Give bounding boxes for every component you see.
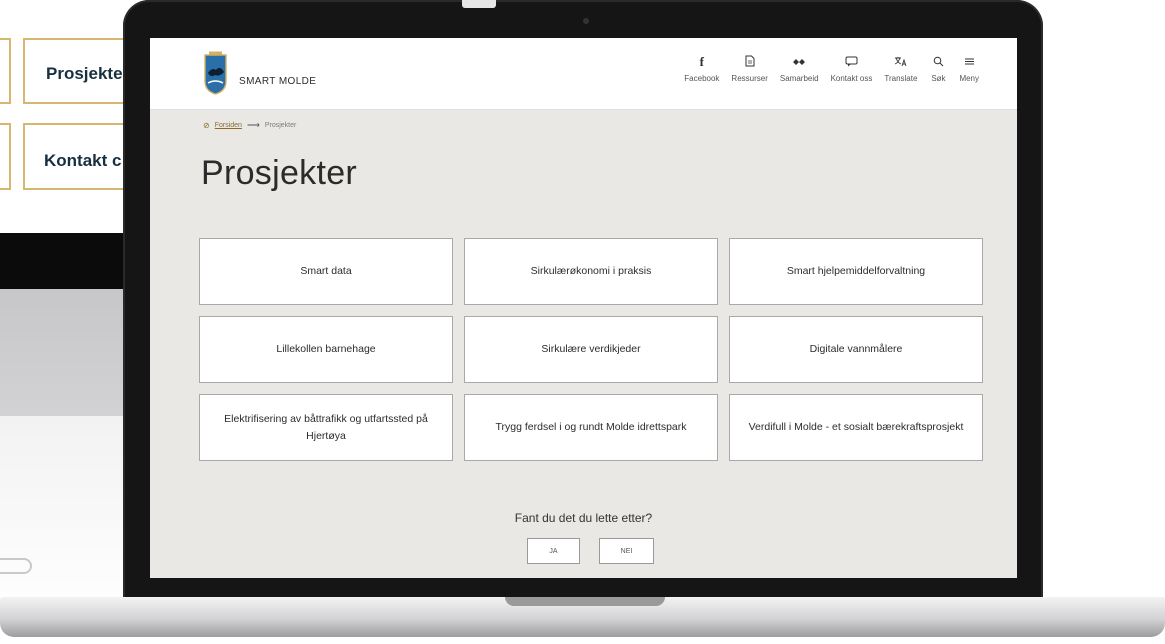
bg-card-prosjekter-label: Prosjekte <box>46 64 123 83</box>
header-nav: f Facebook Ressurser Samarbeid Kontakt o… <box>684 53 979 84</box>
bg-card-left-top <box>0 38 11 104</box>
nav-item-sok[interactable]: Søk <box>929 54 947 83</box>
feedback-no-button[interactable]: NEI <box>599 538 654 564</box>
menu-icon <box>960 54 978 68</box>
project-grid: Smart data Sirkulærøkonomi i praksis Sma… <box>199 238 983 461</box>
bg-card-kontakt-label: Kontakt c <box>44 151 122 170</box>
product-mockup: Prosjekte Kontakt c SMART MOLDE f Facebo… <box>0 0 1165 644</box>
breadcrumb-current: Prosjekter <box>264 122 297 129</box>
nav-label-meny: Meny <box>959 74 979 83</box>
project-card-label: Sirkulære verdikjeder <box>541 343 641 356</box>
feedback-yes-button[interactable]: JA <box>527 538 580 564</box>
project-card-vannmalere[interactable]: Digitale vannmålere <box>729 316 983 383</box>
nav-item-meny[interactable]: Meny <box>959 54 979 83</box>
breadcrumb: ⊘ Forsiden ⟶ Prosjekter <box>203 120 296 131</box>
project-card-smart-data[interactable]: Smart data <box>199 238 453 305</box>
project-card-hjelpemiddelforvaltning[interactable]: Smart hjelpemiddelforvaltning <box>729 238 983 305</box>
nav-label-ressurser: Ressurser <box>731 74 768 83</box>
arrow-right-icon: ⟶ <box>246 120 260 130</box>
project-card-verdifull-i-molde[interactable]: Verdifull i Molde - et sosialt bærekraft… <box>729 394 983 461</box>
nav-item-kontakt-oss[interactable]: Kontakt oss <box>830 54 873 83</box>
search-icon <box>929 54 947 68</box>
project-card-label: Verdifull i Molde - et sosialt bærekraft… <box>748 421 964 434</box>
project-card-label: Sirkulærøkonomi i praksis <box>530 265 652 278</box>
project-card-elektrifisering[interactable]: Elektrifisering av båttrafikk og utfarts… <box>199 394 453 461</box>
project-card-label: Lillekollen barnehage <box>276 343 376 356</box>
laptop-screen: SMART MOLDE f Facebook Ressurser Samarbe… <box>150 38 1017 578</box>
project-card-label: Digitale vannmålere <box>809 343 903 356</box>
project-card-lillekollen[interactable]: Lillekollen barnehage <box>199 316 453 383</box>
facebook-icon: f <box>699 53 705 69</box>
project-card-verdikjeder[interactable]: Sirkulære verdikjeder <box>464 316 718 383</box>
nav-label-sok: Søk <box>931 74 946 83</box>
project-card-trygg-ferdsel[interactable]: Trygg ferdsel i og rundt Molde idrettspa… <box>464 394 718 461</box>
collaboration-icon <box>790 54 808 68</box>
translate-icon <box>892 54 910 68</box>
page-title: Prosjekter <box>201 154 358 192</box>
bg-clip-shape <box>0 558 32 574</box>
project-card-label: Smart hjelpemiddelforvaltning <box>786 265 926 278</box>
nav-item-ressurser[interactable]: Ressurser <box>731 54 768 83</box>
bg-card-left-bottom <box>0 123 11 190</box>
nav-label-kontakt-oss: Kontakt oss <box>830 74 873 83</box>
document-icon <box>741 54 759 68</box>
laptop-top-tab <box>462 0 496 8</box>
nav-label-samarbeid: Samarbeid <box>779 74 819 83</box>
nav-item-facebook[interactable]: f Facebook <box>684 53 720 84</box>
molde-coat-of-arms-logo[interactable] <box>203 51 228 95</box>
site-header: SMART MOLDE f Facebook Ressurser Samarbe… <box>150 38 1017 110</box>
project-card-label: Elektrifisering av båttrafikk og utfarts… <box>224 413 428 442</box>
nav-label-translate: Translate <box>884 74 918 83</box>
home-icon: ⊘ <box>203 121 210 130</box>
project-card-sirkularokonomi[interactable]: Sirkulærøkonomi i praksis <box>464 238 718 305</box>
chat-icon <box>842 54 860 68</box>
camera-dot <box>583 18 589 24</box>
nav-item-translate[interactable]: Translate <box>884 54 917 83</box>
nav-label-facebook: Facebook <box>684 74 720 83</box>
breadcrumb-home-link[interactable]: Forsiden <box>215 122 242 129</box>
feedback-question: Fant du det du lette etter? <box>514 511 653 525</box>
laptop-base-notch <box>505 597 665 606</box>
site-brand-name[interactable]: SMART MOLDE <box>239 76 316 87</box>
project-card-label: Smart data <box>300 265 352 278</box>
nav-item-samarbeid[interactable]: Samarbeid <box>780 54 819 83</box>
project-card-label: Trygg ferdsel i og rundt Molde idrettspa… <box>495 421 687 434</box>
